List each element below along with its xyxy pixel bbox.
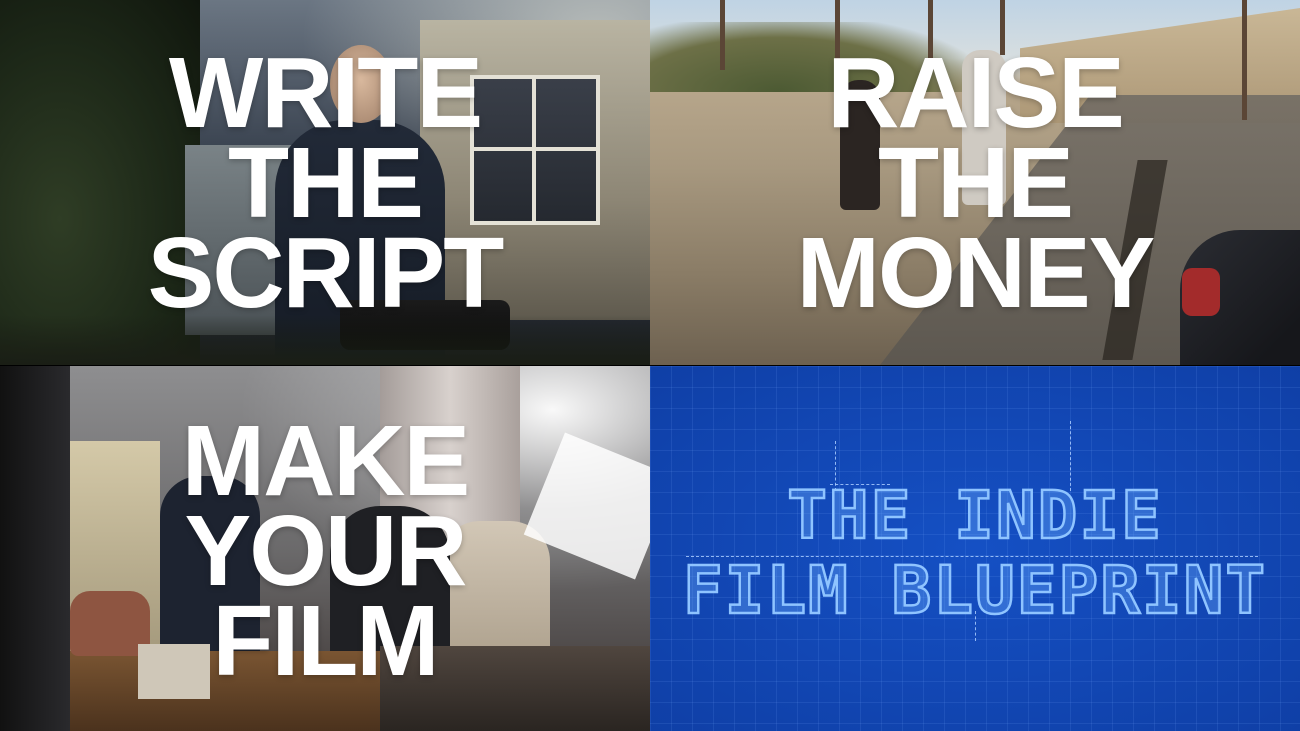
headline-line: WRITE [168, 37, 483, 149]
headline-write-the-script: WRITE THE SCRIPT [0, 37, 650, 329]
blueprint-title-line2: FILM BLUEPRINT [682, 552, 1268, 629]
headline-line: MAKE [181, 405, 470, 517]
headline-line: FILM [212, 585, 439, 697]
panel-make-your-film: MAKE YOUR FILM [0, 366, 650, 731]
panel-raise-the-money: RAISE THE MONEY [650, 0, 1300, 365]
headline-line: YOUR [184, 495, 468, 607]
headline-line: RAISE [827, 37, 1125, 149]
headline-make-your-film: MAKE YOUR FILM [0, 405, 650, 697]
headline-raise-the-money: RAISE THE MONEY [650, 37, 1300, 329]
panel-blueprint: THE INDIE FILM BLUEPRINT [650, 366, 1300, 731]
headline-line: MONEY [796, 217, 1156, 329]
headline-line: THE [228, 127, 424, 239]
collage-grid: WRITE THE SCRIPT RAISE THE MONEY MAKE YO… [0, 0, 1300, 731]
panel-write-the-script: WRITE THE SCRIPT [0, 0, 650, 365]
headline-line: THE [878, 127, 1074, 239]
blueprint-title-line1: THE INDIE [786, 477, 1163, 554]
headline-line: SCRIPT [147, 217, 505, 329]
